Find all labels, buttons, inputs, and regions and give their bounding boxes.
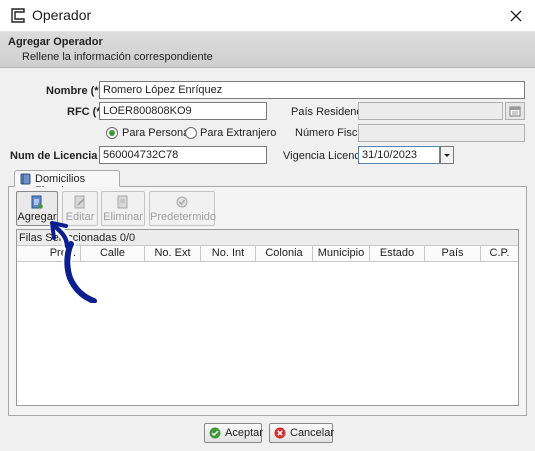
dialog-heading: Agregar Operador — [8, 36, 103, 48]
dialog-subtitle: Rellene la información correspondiente — [22, 51, 213, 63]
vigencia-date-field[interactable]: 31/10/2023 — [358, 146, 440, 164]
licencia-label: Num de Licencia (*) — [10, 150, 113, 162]
para-extranjero-radio[interactable] — [185, 127, 197, 139]
licencia-field[interactable]: 560004732C78 — [99, 146, 267, 164]
book-icon — [20, 173, 31, 185]
column-header-estado[interactable]: Estado — [370, 246, 425, 261]
eliminar-label: Eliminar — [103, 211, 143, 223]
check-circle-icon — [176, 196, 188, 208]
pais-lookup-button[interactable] — [505, 102, 525, 120]
column-header-cp[interactable]: C.P. — [481, 246, 518, 261]
vigencia-label: Vigencia Licencia — [283, 150, 369, 162]
cancelar-button[interactable]: Cancelar — [269, 423, 335, 443]
vigencia-dropdown-button[interactable] — [440, 146, 454, 164]
para-persona-label: Para Persona — [122, 127, 190, 139]
rfc-field[interactable]: LOER800808KO9 — [99, 102, 267, 120]
nombre-field[interactable]: Romero López Enríquez — [99, 81, 525, 99]
numero-fiscal-field[interactable] — [358, 124, 525, 142]
column-header-no-ext[interactable]: No. Ext — [145, 246, 201, 261]
numero-fiscal-label: Número Fiscal — [295, 127, 366, 139]
add-document-icon — [31, 195, 43, 209]
window-icon — [11, 8, 25, 23]
dialog-header: Agregar Operador Rellene la información … — [0, 32, 535, 68]
window-title: Operador — [32, 7, 92, 23]
column-header-colonia[interactable]: Colonia — [256, 246, 313, 261]
column-header-municipio[interactable]: Municipio — [313, 246, 370, 261]
calendar-icon — [509, 106, 521, 117]
check-circle-icon — [209, 427, 221, 439]
para-extranjero-label: Para Extranjero — [200, 127, 277, 139]
cancelar-label: Cancelar — [290, 427, 335, 439]
window-titlebar: Operador — [0, 0, 535, 32]
aceptar-label: Aceptar — [225, 427, 263, 439]
eliminar-button[interactable]: Eliminar — [101, 191, 145, 226]
column-header-no-int[interactable]: No. Int — [201, 246, 256, 261]
delete-document-icon — [117, 195, 128, 209]
column-header-pais[interactable]: País — [425, 246, 481, 261]
predeterminado-label: Predetermido — [150, 211, 217, 223]
edit-document-icon — [74, 195, 85, 209]
chevron-down-icon — [444, 154, 450, 157]
predeterminado-button[interactable]: Predetermido — [149, 191, 217, 226]
pais-residencia-field[interactable] — [358, 102, 503, 120]
tab-domicilios-fiscales[interactable]: Domicilios Fiscales — [14, 170, 120, 197]
nombre-label: Nombre (*) — [46, 85, 103, 97]
para-persona-radio[interactable] — [106, 127, 118, 139]
close-icon[interactable] — [505, 5, 527, 27]
cancel-circle-icon — [274, 427, 286, 439]
annotation-arrow — [49, 221, 99, 303]
aceptar-button[interactable]: Aceptar — [204, 423, 263, 443]
radio-selected-dot — [109, 130, 115, 136]
